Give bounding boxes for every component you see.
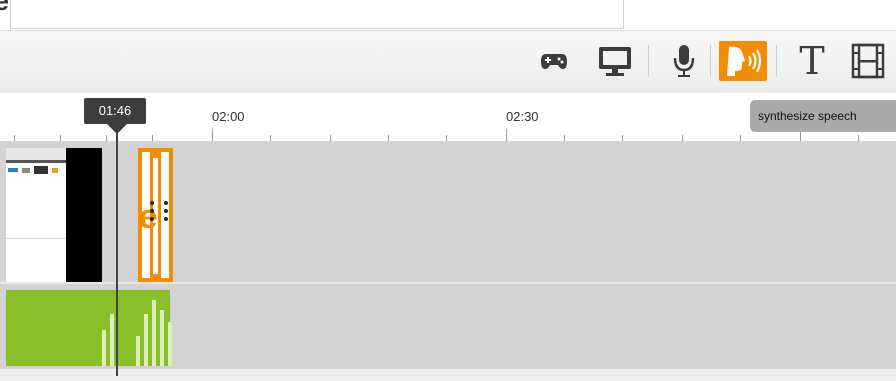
thumbnail-bar [6, 160, 68, 163]
synthesize-speech-icon[interactable] [719, 41, 767, 81]
svg-text:fie: fie [138, 198, 158, 236]
waveform-bar [144, 314, 148, 366]
playhead-time[interactable]: 01:46 [84, 98, 146, 124]
track-divider [0, 282, 896, 284]
waveform-bar [160, 310, 164, 366]
waveform-bar [102, 330, 106, 366]
thumbnail-divider [6, 238, 68, 239]
callout-clip[interactable]: fie [118, 148, 173, 282]
thumbnail-detail [8, 168, 18, 172]
playhead-pointer[interactable] [107, 124, 127, 134]
playhead-line[interactable] [116, 132, 118, 376]
ruler-label-0230: 02:30 [506, 109, 539, 124]
waveform-bar [110, 314, 114, 366]
waveform-bar [136, 336, 140, 366]
monitor-icon[interactable] [592, 41, 638, 81]
toolbar-separator [776, 45, 777, 77]
ruler-label-0200: 02:00 [212, 109, 245, 124]
film-icon[interactable] [846, 41, 890, 81]
toolbar-separator [710, 45, 711, 77]
waveform-bar [152, 300, 156, 366]
ruler-tick [506, 129, 507, 141]
microphone-icon[interactable] [666, 41, 702, 81]
text-icon[interactable]: T [792, 39, 832, 83]
ruler-tick [212, 129, 213, 141]
header-title: é [0, 0, 10, 16]
bottom-strip [0, 369, 896, 381]
video-clip-black[interactable] [66, 148, 102, 282]
toolbar: T [0, 30, 896, 94]
waveform-bar [168, 322, 172, 366]
thumbnail-detail [22, 168, 30, 173]
thumbnail-detail [34, 166, 48, 174]
title-input-box[interactable] [10, 0, 624, 29]
tooltip: synthesize speech [750, 100, 896, 132]
audio-clip[interactable] [6, 290, 172, 366]
toolbar-separator [648, 45, 649, 77]
thumbnail-titlebar [6, 148, 68, 160]
thumbnail-detail [52, 168, 58, 173]
video-clip-screen[interactable] [6, 148, 69, 282]
gamepad-icon[interactable] [536, 41, 572, 81]
